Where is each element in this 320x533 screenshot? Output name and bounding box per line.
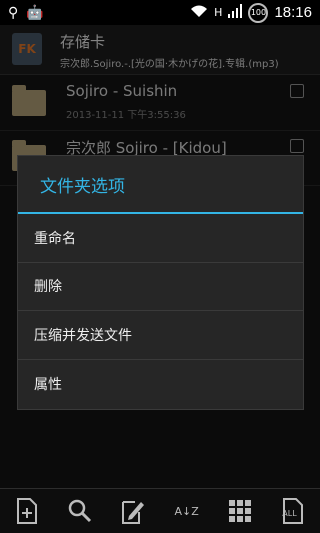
sort-glyph: A↓Z: [174, 504, 199, 518]
menu-item-delete[interactable]: 删除: [18, 263, 303, 311]
battery-icon: 100: [248, 2, 269, 23]
android-icon: 🤖: [26, 4, 44, 21]
edit-icon[interactable]: [117, 495, 149, 527]
clock: 18:16: [274, 4, 312, 21]
usb-icon: ⚲: [8, 4, 19, 21]
folder-options-dialog: 文件夹选项 重命名 删除 压缩并发送文件 属性: [17, 155, 304, 410]
sort-az-icon[interactable]: A↓Z: [171, 495, 203, 527]
select-all-label: ALL: [282, 509, 297, 518]
menu-item-properties[interactable]: 属性: [18, 360, 303, 409]
signal-icon: [228, 3, 243, 22]
status-bar: ⚲ 🤖 H 100 18:16: [0, 0, 320, 25]
bottom-toolbar: A↓Z ALL: [0, 488, 320, 533]
menu-item-compress-send[interactable]: 压缩并发送文件: [18, 311, 303, 360]
dialog-title: 文件夹选项: [18, 156, 303, 214]
network-type: H: [214, 6, 223, 19]
battery-level: 100: [250, 8, 267, 17]
new-file-icon[interactable]: [11, 495, 43, 527]
search-icon[interactable]: [64, 495, 96, 527]
grid-view-icon[interactable]: [224, 495, 256, 527]
select-all-icon[interactable]: ALL: [277, 495, 309, 527]
wifi-icon: [190, 4, 208, 22]
menu-item-rename[interactable]: 重命名: [18, 214, 303, 263]
